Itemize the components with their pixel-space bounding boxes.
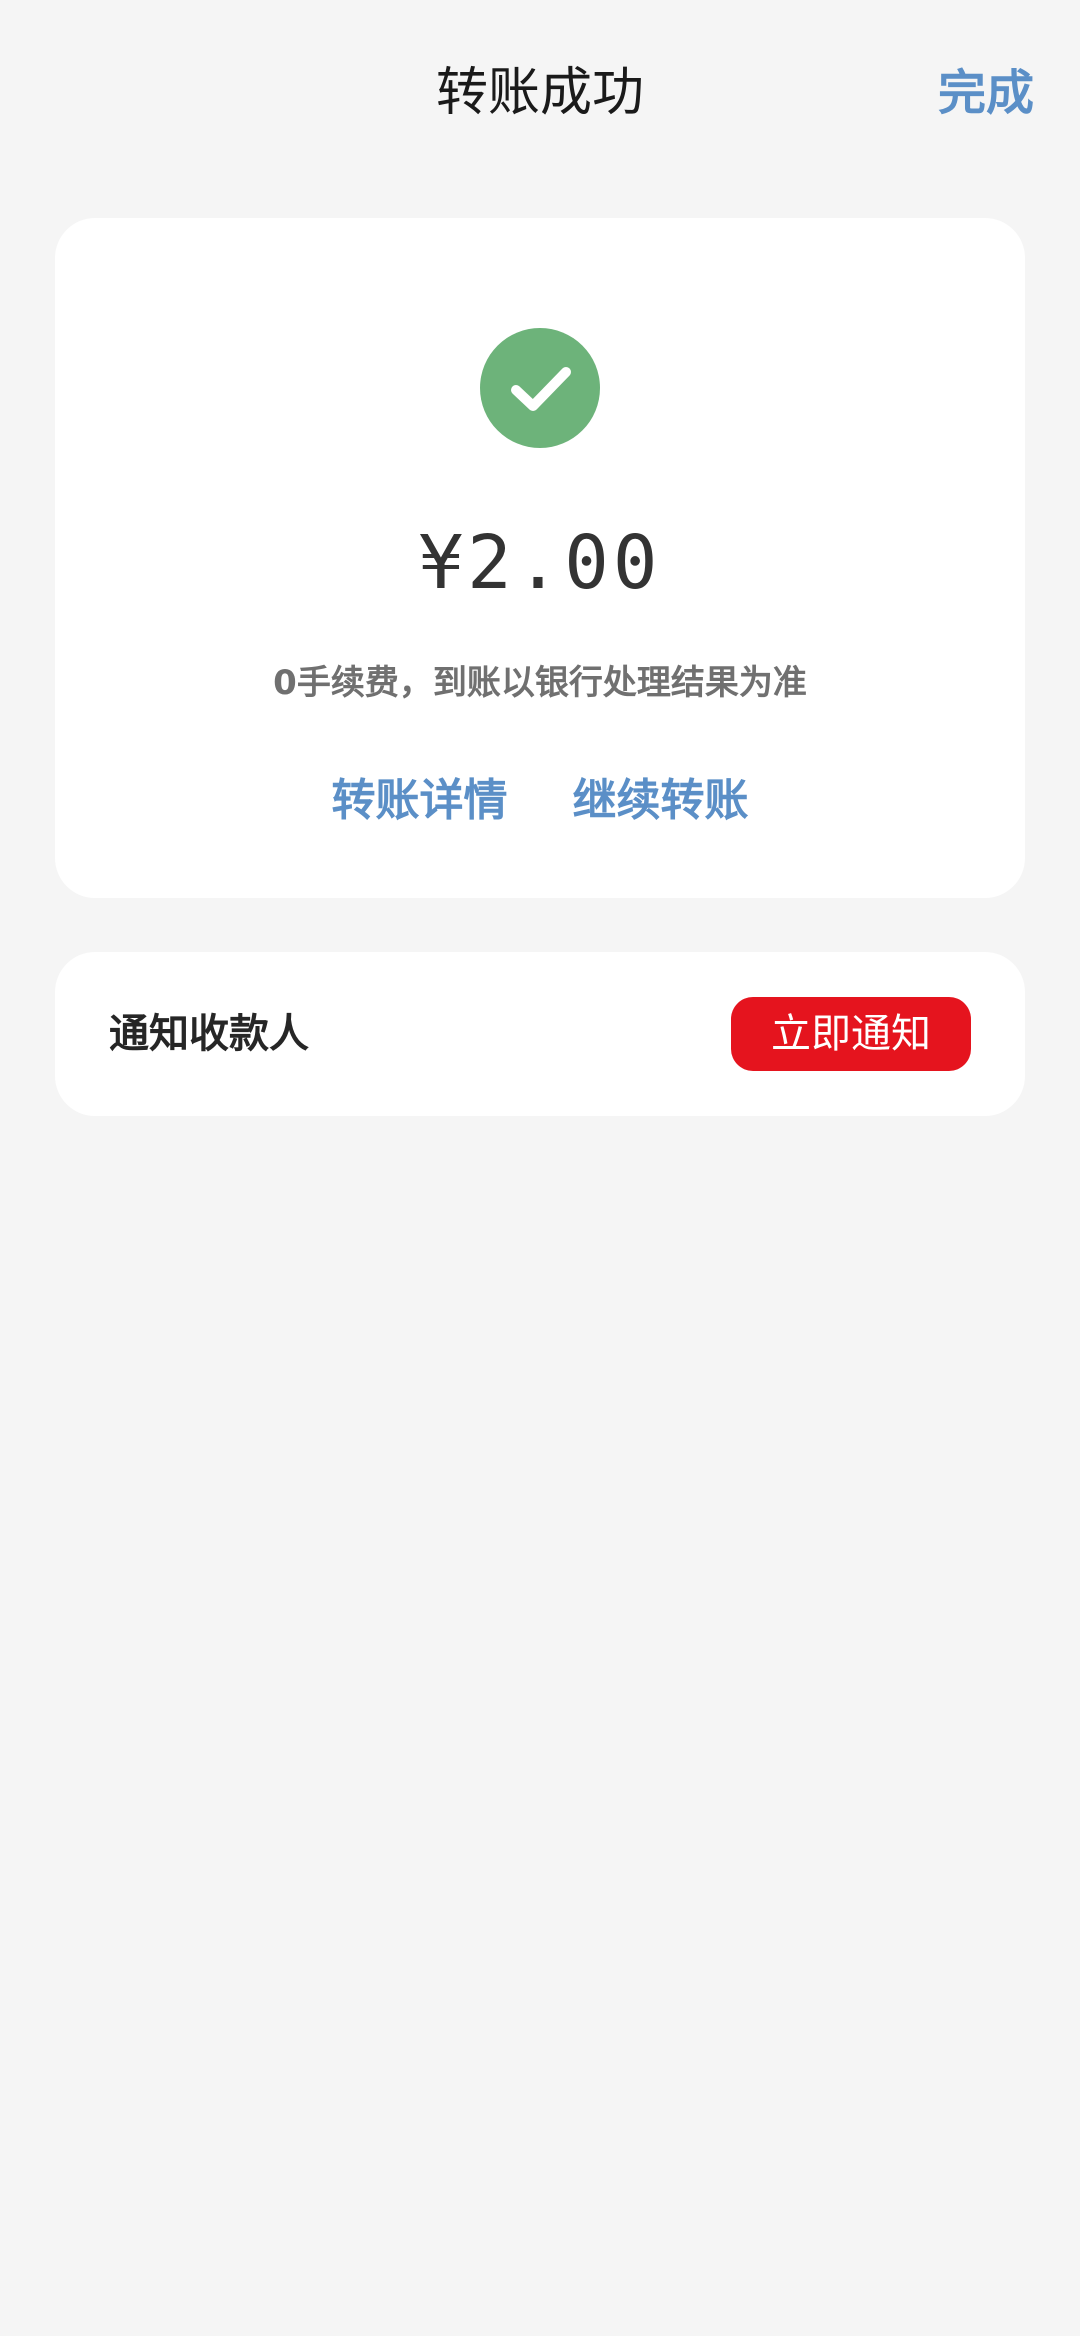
page-title: 转账成功 [435,63,644,123]
success-check-icon [480,328,600,448]
transfer-result-card: ¥2.00 0手续费，到账以银行处理结果为准 转账详情 继续转账 [55,218,1025,898]
transfer-details-link[interactable]: 转账详情 [331,771,507,831]
notify-payee-label: 通知收款人 [109,1011,309,1057]
action-links: 转账详情 继续转账 [55,771,1025,840]
header-bar: 转账成功 完成 [0,0,1080,190]
transfer-amount: ¥2.00 [418,520,662,606]
notify-now-button[interactable]: 立即通知 [731,997,971,1071]
notify-payee-card: 通知收款人 立即通知 [55,952,1025,1116]
check-icon [511,367,571,411]
done-button[interactable]: 完成 [938,58,1034,128]
fee-note: 0手续费，到账以银行处理结果为准 [273,663,807,703]
continue-transfer-link[interactable]: 继续转账 [573,771,749,831]
